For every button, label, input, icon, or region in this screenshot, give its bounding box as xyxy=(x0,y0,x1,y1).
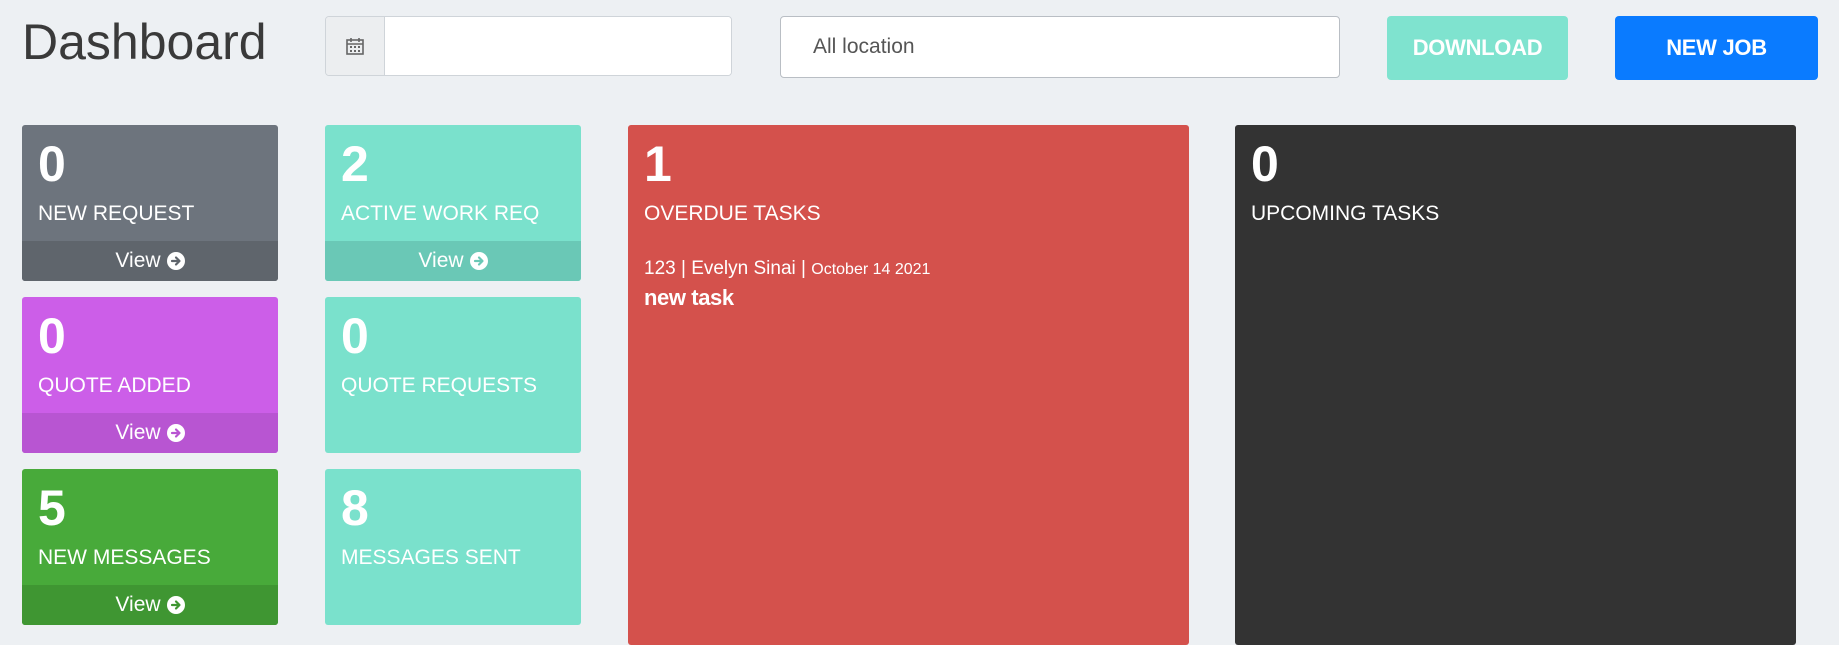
card-label: NEW MESSAGES xyxy=(38,546,211,569)
arrow-circle-right-icon xyxy=(166,424,185,442)
view-link-new-messages[interactable]: View xyxy=(22,585,278,625)
card-label: QUOTE ADDED xyxy=(38,374,191,397)
calendar-icon[interactable] xyxy=(326,17,385,75)
page-title: Dashboard xyxy=(22,14,267,70)
card-count: 0 xyxy=(1251,136,1279,192)
date-input[interactable] xyxy=(385,17,731,75)
task-date: October 14 2021 xyxy=(811,261,931,278)
card-count: 5 xyxy=(38,480,66,536)
task-meta-text: 123 | Evelyn Sinai | xyxy=(644,258,806,279)
download-button[interactable]: DOWNLOAD xyxy=(1387,16,1568,80)
task-name[interactable]: new task xyxy=(644,285,734,311)
location-select[interactable]: All location xyxy=(780,16,1340,78)
task-meta: 123 | Evelyn Sinai | October 14 2021 xyxy=(644,257,930,282)
card-messages-sent: 8 MESSAGES SENT xyxy=(325,469,581,625)
card-new-messages: 5 NEW MESSAGES View xyxy=(22,469,278,625)
card-count: 2 xyxy=(341,136,369,192)
card-count: 0 xyxy=(341,308,369,364)
card-quote-requests: 0 QUOTE REQUESTS xyxy=(325,297,581,453)
view-label: View xyxy=(115,249,161,272)
card-label: MESSAGES SENT xyxy=(341,546,521,569)
view-label: View xyxy=(115,421,161,444)
arrow-circle-right-icon xyxy=(166,252,185,270)
card-label: NEW REQUEST xyxy=(38,202,195,225)
card-count: 8 xyxy=(341,480,369,536)
card-label: QUOTE REQUESTS xyxy=(341,374,538,397)
view-link-new-request[interactable]: View xyxy=(22,241,278,281)
arrow-circle-right-icon xyxy=(166,596,185,614)
view-label: View xyxy=(115,593,161,616)
card-count: 0 xyxy=(38,136,66,192)
card-quote-added: 0 QUOTE ADDED View xyxy=(22,297,278,453)
card-new-request: 0 NEW REQUEST View xyxy=(22,125,278,281)
date-range-field[interactable] xyxy=(325,16,732,76)
location-select-value: All location xyxy=(813,35,915,58)
card-label: UPCOMING TASKS xyxy=(1251,202,1440,225)
card-label: ACTIVE WORK REQ xyxy=(341,202,540,225)
view-link-quote-added[interactable]: View xyxy=(22,413,278,453)
card-upcoming-tasks: 0 UPCOMING TASKS xyxy=(1235,125,1796,645)
card-active-work-req: 2 ACTIVE WORK REQ View xyxy=(325,125,581,281)
card-count: 1 xyxy=(644,136,672,192)
card-overdue-tasks: 1 OVERDUE TASKS 123 | Evelyn Sinai | Oct… xyxy=(628,125,1189,645)
arrow-circle-right-icon xyxy=(469,252,488,270)
card-label: OVERDUE TASKS xyxy=(644,202,821,225)
new-job-button[interactable]: NEW JOB xyxy=(1615,16,1818,80)
view-label: View xyxy=(418,249,464,272)
card-count: 0 xyxy=(38,308,66,364)
view-link-active-work-req[interactable]: View xyxy=(325,241,581,281)
